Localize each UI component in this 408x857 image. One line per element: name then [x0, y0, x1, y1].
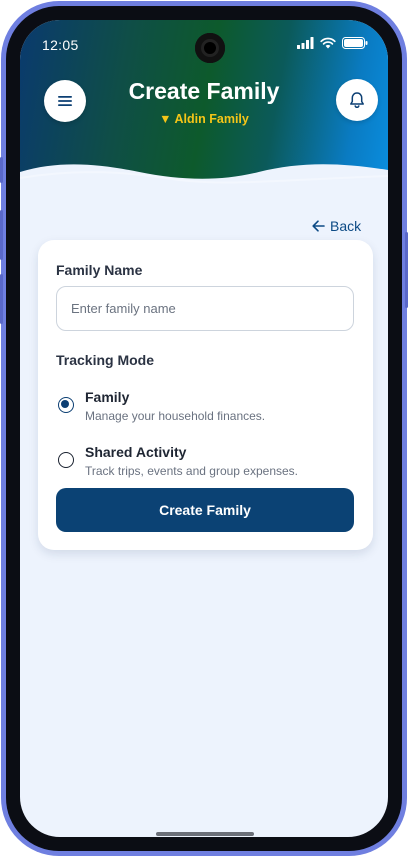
notifications-button[interactable]	[336, 79, 378, 121]
radio-option-family[interactable]: Family Manage your household finances.	[56, 389, 356, 425]
page-title: Create Family	[128, 78, 280, 104]
radio-option-description: Track trips, events and group expenses.	[85, 464, 298, 478]
radio-option-description: Manage your household finances.	[85, 409, 266, 423]
battery-icon	[342, 37, 368, 49]
back-label: Back	[330, 218, 362, 234]
app-screen: 12:05 Create Family ▼ Aldin Family Back …	[20, 20, 388, 837]
radio-option-title: Family	[85, 389, 130, 405]
status-time: 12:05	[42, 37, 79, 53]
bell-icon	[350, 92, 364, 108]
signal-icon	[297, 37, 314, 49]
wifi-icon	[320, 37, 336, 49]
radio-option-title: Shared Activity	[85, 444, 187, 460]
create-family-card: Family Name Tracking Mode Family Manage …	[38, 240, 373, 550]
phone-frame: 12:05 Create Family ▼ Aldin Family Back …	[1, 1, 407, 856]
arrow-left-icon	[312, 220, 325, 232]
radio-option-shared-activity[interactable]: Shared Activity Track trips, events and …	[56, 444, 356, 480]
create-family-button[interactable]: Create Family	[56, 488, 354, 532]
side-button-left-1	[0, 157, 3, 183]
tracking-mode-label: Tracking Mode	[56, 352, 155, 368]
side-button-left-2	[0, 210, 3, 260]
family-name-label: Family Name	[56, 262, 143, 278]
radio-unselected-icon[interactable]	[58, 452, 74, 468]
home-indicator[interactable]	[156, 832, 254, 836]
family-name-input[interactable]	[56, 286, 354, 331]
front-camera	[195, 33, 225, 63]
back-link[interactable]: Back	[312, 218, 361, 234]
radio-selected-icon[interactable]	[58, 397, 74, 413]
phone-bezel: 12:05 Create Family ▼ Aldin Family Back …	[6, 6, 402, 851]
side-button-left-3	[0, 274, 3, 324]
family-selector[interactable]: ▼ Aldin Family	[20, 112, 388, 126]
status-icons	[297, 37, 368, 49]
header-wave	[20, 164, 388, 210]
status-bar: 12:05	[20, 20, 388, 64]
